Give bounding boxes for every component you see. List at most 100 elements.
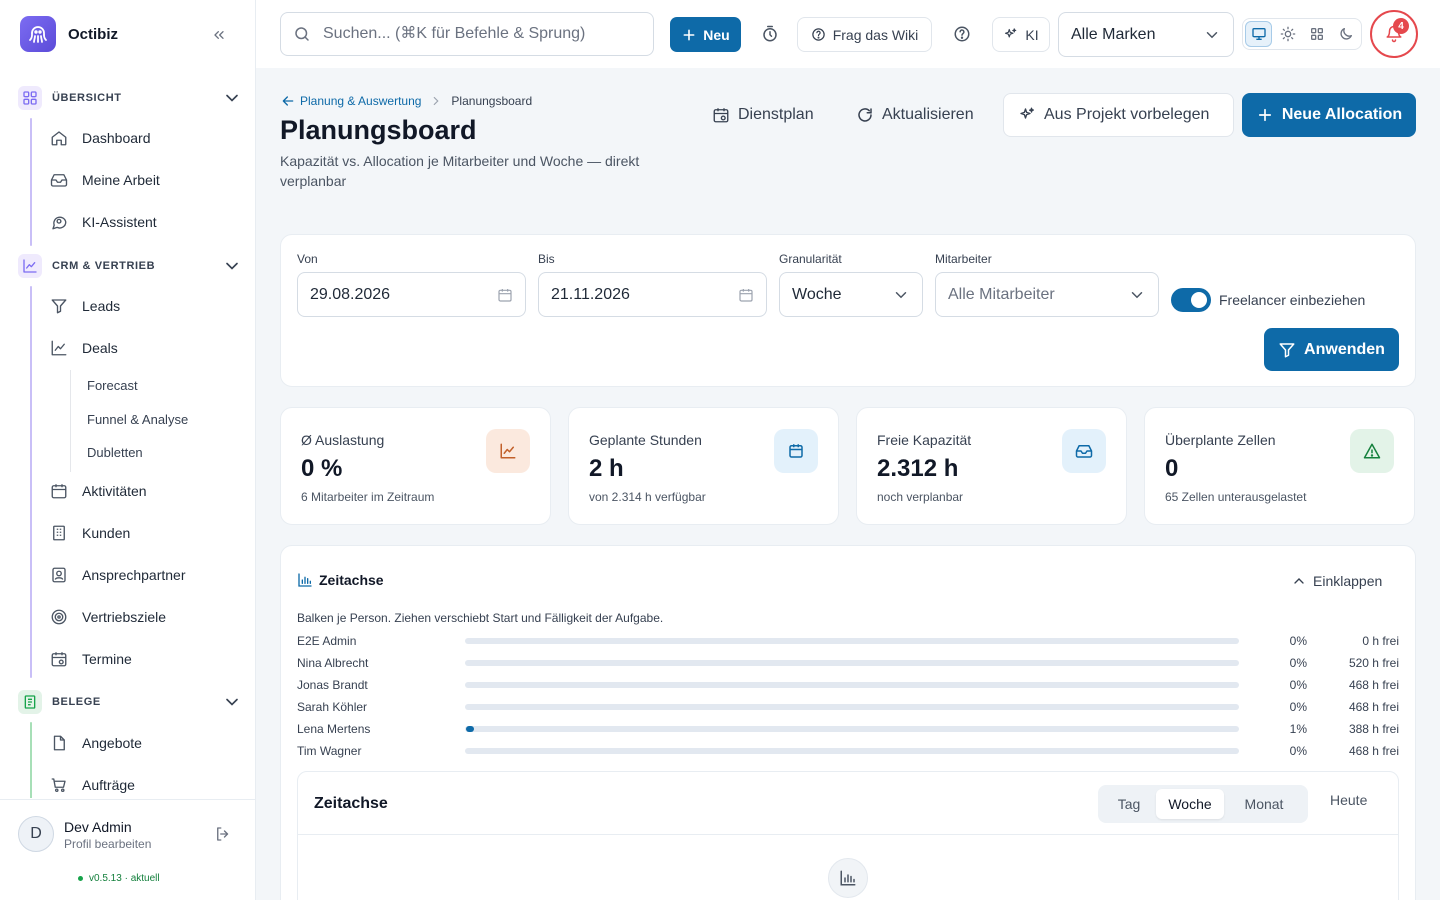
sidebar-item-quotes[interactable]: Angebote — [50, 727, 142, 759]
from-label: Von — [297, 252, 318, 266]
sidebar-item-dashboard[interactable]: Dashboard — [50, 122, 151, 154]
help-icon[interactable] — [948, 20, 976, 48]
from-date-field[interactable]: 29.08.2026 — [297, 272, 526, 317]
sidebar-subitem-forecast[interactable]: Forecast — [87, 378, 138, 393]
sun-icon[interactable] — [1274, 21, 1301, 47]
notifications-button[interactable] — [1370, 10, 1418, 58]
timeline-gantt-panel: Zeitachse Tag Woche Monat Heute — [297, 771, 1399, 900]
sidebar-subitem-duplicates[interactable]: Dubletten — [87, 445, 143, 460]
kpi-value: 0 — [1165, 455, 1179, 482]
collapse-timeline-button[interactable]: Einklappen — [1291, 573, 1382, 589]
section-overview[interactable]: ÜBERSICHT — [18, 84, 242, 112]
section-crm[interactable]: CRM & VERTRIEB — [18, 252, 242, 280]
to-date-field[interactable]: 21.11.2026 — [538, 272, 767, 317]
search-box[interactable] — [280, 12, 654, 56]
sidebar-item-label: KI-Assistent — [82, 214, 157, 230]
breadcrumb-parent-link[interactable]: Planung & Auswertung — [280, 93, 421, 109]
new-allocation-button[interactable]: Neue Allocation — [1242, 93, 1416, 137]
timer-icon[interactable] — [756, 20, 784, 48]
sidebar-item-deals[interactable]: Deals — [50, 332, 118, 364]
calendar-icon[interactable] — [738, 287, 754, 303]
sub-rail — [70, 370, 71, 472]
chevron-down-icon — [222, 88, 242, 108]
topbar: Neu Frag das Wiki KI Alle Marken 4 — [256, 0, 1440, 68]
section-documents[interactable]: BELEGE — [18, 688, 242, 716]
sidebar-item-activities[interactable]: Aktivitäten — [50, 475, 147, 507]
chevron-down-icon — [1203, 26, 1221, 44]
avatar[interactable]: D — [18, 816, 54, 852]
view-month-button[interactable]: Monat — [1224, 789, 1304, 819]
kpi-subtext: 6 Mitarbeiter im Zeitraum — [301, 490, 435, 504]
timeline-row[interactable]: Lena Mertens 1% 388 h frei — [297, 718, 1399, 740]
new-button[interactable]: Neu — [670, 17, 741, 52]
kpi-value: 0 % — [301, 455, 343, 482]
logout-icon[interactable] — [214, 825, 232, 843]
ask-wiki-button[interactable]: Frag das Wiki — [797, 17, 932, 52]
timeline-title: Zeitachse — [319, 572, 384, 588]
ai-button[interactable]: KI — [992, 17, 1050, 52]
inbox-icon — [50, 171, 68, 189]
search-icon — [293, 25, 311, 43]
timeline-row[interactable]: E2E Admin 0% 0 h frei — [297, 630, 1399, 652]
trend-icon — [18, 254, 42, 278]
status-dot — [78, 876, 83, 881]
employee-name: E2E Admin — [297, 634, 357, 648]
apply-button[interactable]: Anwenden — [1264, 328, 1399, 371]
view-day-button[interactable]: Tag — [1102, 789, 1156, 819]
roster-button[interactable]: Dienstplan — [712, 93, 814, 137]
kpi-card-utilization: Ø Auslastung 0 % 6 Mitarbeiter im Zeitra… — [280, 407, 551, 525]
sidebar-item-sales-goals[interactable]: Vertriebsziele — [50, 601, 166, 633]
collapse-sidebar-icon[interactable] — [206, 22, 232, 48]
user-name[interactable]: Dev Admin — [64, 819, 132, 835]
granularity-select[interactable]: Woche — [779, 272, 923, 317]
sidebar-item-ai-assistant[interactable]: KI-Assistent — [50, 206, 157, 238]
freelancer-toggle[interactable] — [1171, 288, 1211, 312]
layout-grid-icon[interactable] — [1303, 21, 1330, 47]
sidebar-item-orders[interactable]: Aufträge — [50, 769, 135, 798]
monitor-icon[interactable] — [1245, 21, 1273, 47]
timeline-row[interactable]: Jonas Brandt 0% 468 h frei — [297, 674, 1399, 696]
view-week-button[interactable]: Woche — [1156, 789, 1224, 819]
utilization-percent: 0% — [1289, 656, 1307, 670]
view-mode-switcher — [1242, 18, 1362, 50]
chat-search-icon — [50, 213, 68, 231]
sidebar-item-leads[interactable]: Leads — [50, 290, 120, 322]
brand-name: Octibiz — [68, 25, 119, 43]
edit-profile-link[interactable]: Profil bearbeiten — [64, 837, 151, 851]
sidebar-item-label: Angebote — [82, 735, 142, 751]
utilization-bar[interactable] — [466, 726, 474, 732]
search-input[interactable] — [323, 25, 623, 43]
timeline-row[interactable]: Tim Wagner 0% 468 h frei — [297, 740, 1399, 762]
employee-select[interactable]: Alle Mitarbeiter — [935, 272, 1159, 317]
sidebar-item-label: Deals — [82, 340, 118, 356]
today-button[interactable]: Heute — [1330, 792, 1367, 808]
moon-icon[interactable] — [1332, 21, 1359, 47]
sidebar-item-customers[interactable]: Kunden — [50, 517, 130, 549]
sidebar-item-contacts[interactable]: Ansprechpartner — [50, 559, 186, 591]
sidebar-item-my-work[interactable]: Meine Arbeit — [50, 164, 160, 196]
chevron-down-icon — [892, 286, 910, 304]
sidebar-item-label: Leads — [82, 298, 121, 314]
sidebar-item-appointments[interactable]: Termine — [50, 643, 132, 675]
sidebar-subitem-funnel[interactable]: Funnel & Analyse — [87, 412, 188, 427]
calendar-icon — [50, 482, 68, 500]
kpi-card-free-capacity: Freie Kapazität 2.312 h noch verplanbar — [856, 407, 1127, 525]
kpi-title: Ø Auslastung — [301, 432, 385, 448]
chevron-down-icon — [222, 692, 242, 712]
ask-wiki-label: Frag das Wiki — [832, 26, 919, 43]
refresh-button[interactable]: Aktualisieren — [856, 93, 974, 137]
section-rail — [30, 722, 32, 798]
bar-chart-icon — [828, 858, 868, 898]
from-date-value: 29.08.2026 — [310, 285, 391, 303]
calendar-icon[interactable] — [497, 287, 513, 303]
timeline-row[interactable]: Nina Albrecht 0% 520 h frei — [297, 652, 1399, 674]
brand[interactable]: Octibiz — [20, 16, 118, 52]
timeline-row[interactable]: Sarah Köhler 0% 468 h frei — [297, 696, 1399, 718]
utilization-percent: 0% — [1289, 678, 1307, 692]
free-hours: 0 h frei — [1362, 634, 1399, 648]
brand-select[interactable]: Alle Marken — [1058, 12, 1234, 57]
help-circle-icon — [811, 27, 826, 42]
sidebar-item-label: Aktivitäten — [82, 483, 147, 499]
prefill-from-project-button[interactable]: Aus Projekt vorbelegen — [1003, 93, 1234, 137]
kpi-subtext: 65 Zellen unterausgelastet — [1165, 490, 1307, 504]
